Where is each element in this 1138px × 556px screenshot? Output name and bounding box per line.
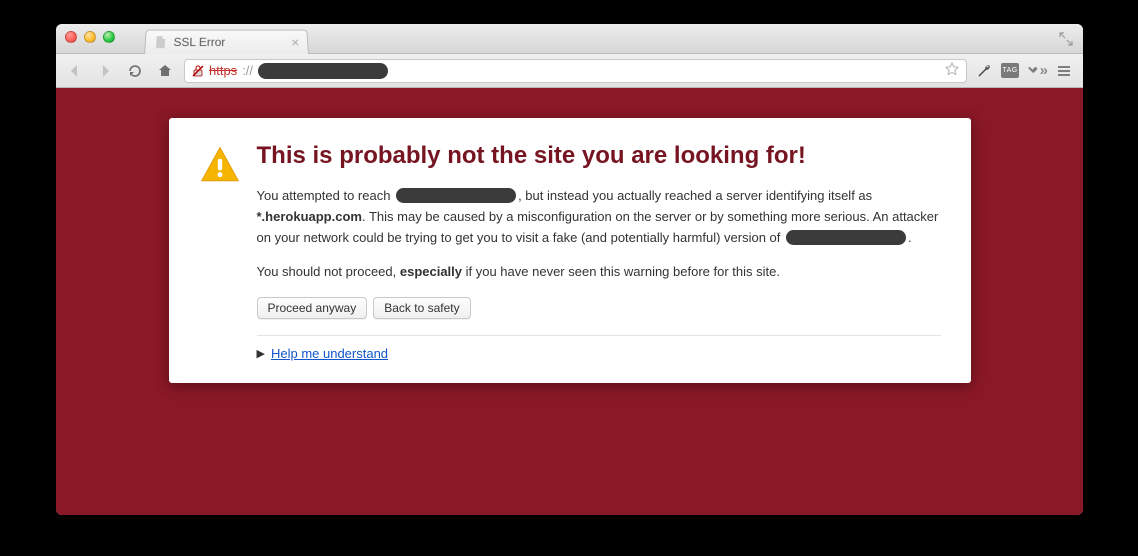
help-disclosure[interactable]: ▶ Help me understand (257, 346, 941, 361)
emphasis: especially (400, 264, 462, 279)
ssl-error-card: This is probably not the site you are lo… (169, 118, 971, 383)
ssl-error-icon (191, 64, 205, 78)
traffic-lights (65, 31, 115, 43)
fullscreen-icon[interactable] (1059, 32, 1073, 46)
window-minimize-button[interactable] (84, 31, 96, 43)
page-content: This is probably not the site you are lo… (56, 88, 1083, 515)
help-link[interactable]: Help me understand (271, 346, 388, 361)
error-body: This is probably not the site you are lo… (257, 142, 941, 361)
browser-window: SSL Error × https :// (56, 24, 1083, 515)
warning-icon (199, 144, 241, 186)
reload-button[interactable] (124, 60, 146, 82)
proceed-anyway-button[interactable]: Proceed anyway (257, 297, 368, 319)
extension-wrench-icon[interactable] (975, 62, 993, 80)
bookmark-star-icon[interactable] (944, 61, 960, 80)
button-row: Proceed anyway Back to safety (257, 297, 941, 319)
text-fragment: , but instead you actually reached a ser… (518, 188, 872, 203)
browser-tab[interactable]: SSL Error × (144, 30, 309, 54)
extension-tag-icon[interactable]: TAG (1001, 62, 1019, 80)
error-paragraph-2: You should not proceed, especially if yo… (257, 262, 941, 283)
back-to-safety-button[interactable]: Back to safety (373, 297, 470, 319)
url-scheme: https (209, 63, 237, 78)
window-close-button[interactable] (65, 31, 77, 43)
toolbar: https :// TAG » (56, 54, 1083, 88)
back-button[interactable] (64, 60, 86, 82)
text-fragment: You should not proceed, (257, 264, 400, 279)
redacted-hostname (396, 188, 516, 203)
error-heading: This is probably not the site you are lo… (257, 142, 941, 170)
text-fragment: You attempted to reach (257, 188, 395, 203)
url-separator: :// (242, 63, 253, 78)
cert-common-name: *.herokuapp.com (257, 209, 362, 224)
tab-close-button[interactable]: × (291, 35, 300, 49)
url-host-redacted (258, 63, 388, 79)
tab-title: SSL Error (173, 35, 285, 49)
page-favicon (153, 35, 168, 49)
omnibox[interactable]: https :// (184, 59, 967, 83)
text-fragment: if you have never seen this warning befo… (462, 264, 780, 279)
error-paragraph-1: You attempted to reach , but instead you… (257, 186, 941, 248)
titlebar: SSL Error × (56, 24, 1083, 54)
extension-overflow-button[interactable]: » (1027, 62, 1045, 80)
redacted-hostname (786, 230, 906, 245)
disclosure-triangle-icon: ▶ (257, 347, 265, 360)
text-fragment: . (908, 230, 912, 245)
menu-button[interactable] (1053, 60, 1075, 82)
divider (257, 335, 941, 336)
forward-button[interactable] (94, 60, 116, 82)
window-zoom-button[interactable] (103, 31, 115, 43)
home-button[interactable] (154, 60, 176, 82)
